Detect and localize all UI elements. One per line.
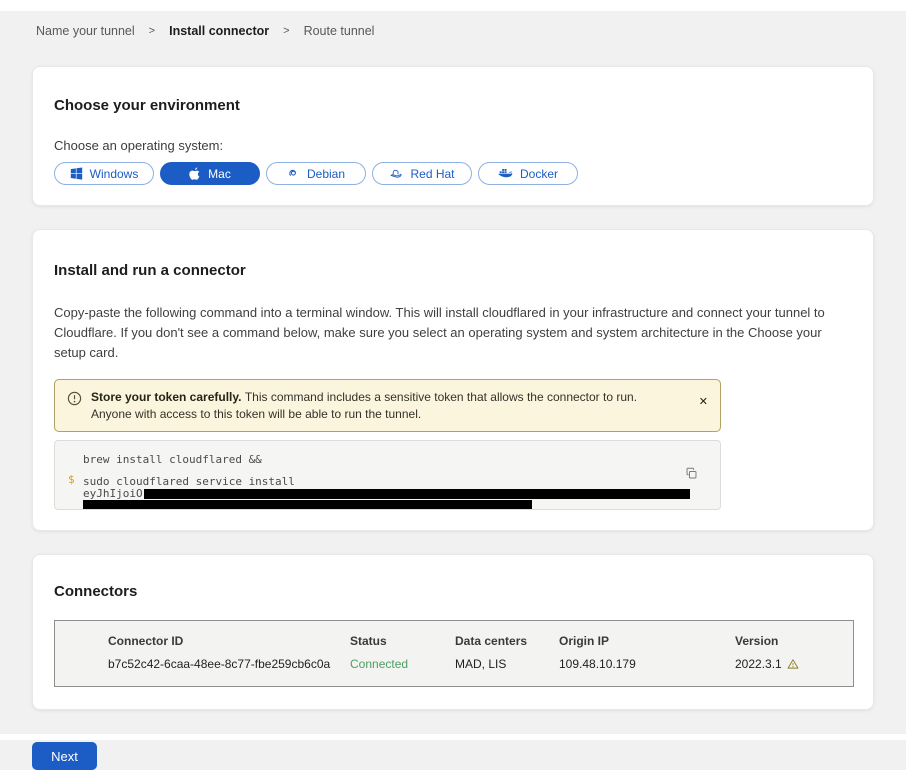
connectors-card-title: Connectors (54, 583, 852, 600)
redaction-bar (144, 489, 690, 499)
cell-data-centers: MAD, LIS (455, 654, 559, 674)
environment-card: Choose your environment Choose an operat… (32, 66, 874, 206)
token-warning-banner: Store your token carefully. This command… (54, 379, 721, 432)
os-button-mac[interactable]: Mac (160, 162, 260, 185)
os-button-label: Debian (307, 167, 345, 181)
apple-icon (189, 167, 201, 180)
install-description: Copy-paste the following command into a … (54, 303, 854, 363)
code-line-sudo: sudo cloudflared service install (83, 475, 720, 488)
os-button-windows[interactable]: Windows (54, 162, 154, 185)
copy-icon[interactable] (685, 467, 698, 483)
token-warning-text: Store your token carefully. This command… (91, 389, 646, 422)
token-warning-title: Store your token carefully. (91, 390, 245, 404)
breadcrumb-step-name-tunnel[interactable]: Name your tunnel (36, 24, 135, 38)
col-header-version: Version (735, 634, 853, 654)
connectors-table: Connector ID Status Data centers Origin … (54, 620, 854, 687)
warning-triangle-icon (787, 658, 799, 670)
col-header-status: Status (350, 634, 455, 654)
install-connector-card: Install and run a connector Copy-paste t… (32, 229, 874, 531)
close-icon[interactable]: ✕ (699, 396, 708, 407)
code-line-brew: brew install cloudflared && (83, 453, 720, 466)
os-button-label: Mac (208, 167, 231, 181)
top-whitespace-strip (0, 0, 906, 11)
redaction-bar (83, 500, 532, 509)
os-button-group: Windows Mac Debian Red Hat (54, 162, 852, 185)
col-header-connector-id: Connector ID (108, 634, 350, 654)
install-card-title: Install and run a connector (54, 262, 852, 279)
os-button-label: Windows (90, 167, 139, 181)
bottom-whitespace-strip (0, 734, 906, 740)
shell-prompt: $ (68, 473, 75, 486)
version-value: 2022.3.1 (735, 657, 782, 671)
connectors-card: Connectors Connector ID Status Data cent… (32, 554, 874, 710)
install-command-codeblock: $ brew install cloudflared && sudo cloud… (54, 440, 721, 510)
cell-status: Connected (350, 654, 455, 674)
os-select-label: Choose an operating system: (54, 138, 852, 153)
col-header-origin-ip: Origin IP (559, 634, 735, 654)
breadcrumb-step-install-connector[interactable]: Install connector (169, 24, 269, 38)
os-button-debian[interactable]: Debian (266, 162, 366, 185)
breadcrumb-separator: > (149, 25, 155, 37)
token-prefix: eyJhIjoiO (83, 487, 143, 500)
docker-icon (498, 168, 513, 179)
windows-icon (70, 167, 83, 180)
code-line-token: eyJhIjoiO (83, 488, 720, 499)
breadcrumb-separator: > (283, 25, 289, 37)
cell-version: 2022.3.1 (735, 654, 853, 674)
breadcrumb-step-route-tunnel[interactable]: Route tunnel (304, 24, 375, 38)
cell-origin-ip: 109.48.10.179 (559, 654, 735, 674)
info-circle-icon (67, 391, 82, 411)
os-button-redhat[interactable]: Red Hat (372, 162, 472, 185)
redhat-icon (389, 167, 403, 181)
debian-icon (287, 167, 300, 180)
os-button-label: Red Hat (410, 167, 454, 181)
cell-connector-id: b7c52c42-6caa-48ee-8c77-fbe259cb6c0a (108, 654, 350, 674)
environment-card-title: Choose your environment (54, 97, 852, 114)
breadcrumb: Name your tunnel > Install connector > R… (0, 11, 906, 41)
os-button-docker[interactable]: Docker (478, 162, 578, 185)
col-header-data-centers: Data centers (455, 634, 559, 654)
os-button-label: Docker (520, 167, 558, 181)
next-button[interactable]: Next (32, 742, 97, 770)
